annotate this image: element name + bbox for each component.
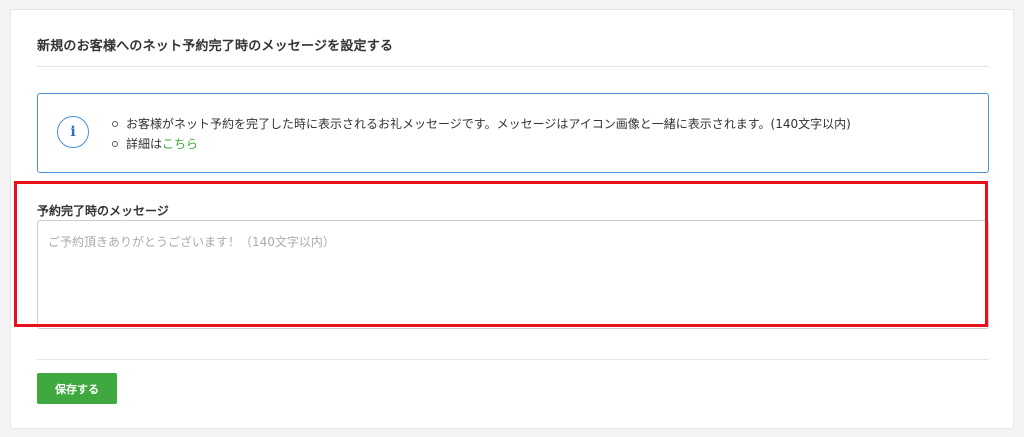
info-description-text: お客様がネット予約を完了した時に表示されるお礼メッセージです。メッセージはアイコ… bbox=[126, 117, 851, 131]
bullet-icon bbox=[112, 141, 118, 147]
info-box: i お客様がネット予約を完了した時に表示されるお礼メッセージです。メッセージはア… bbox=[37, 93, 989, 173]
info-item-description: お客様がネット予約を完了した時に表示されるお礼メッセージです。メッセージはアイコ… bbox=[112, 114, 851, 134]
save-button[interactable]: 保存する bbox=[37, 373, 117, 404]
title-divider bbox=[37, 66, 989, 67]
bullet-icon bbox=[112, 121, 118, 127]
details-link[interactable]: こちら bbox=[162, 137, 198, 151]
info-item-details: 詳細はこちら bbox=[112, 134, 851, 154]
footer-divider bbox=[37, 359, 989, 360]
page-title: 新規のお客様へのネット予約完了時のメッセージを設定する bbox=[37, 39, 394, 54]
highlight-frame bbox=[14, 181, 988, 327]
info-list: お客様がネット予約を完了した時に表示されるお礼メッセージです。メッセージはアイコ… bbox=[112, 114, 851, 154]
info-icon: i bbox=[57, 116, 89, 148]
info-details-prefix: 詳細は bbox=[126, 137, 163, 151]
